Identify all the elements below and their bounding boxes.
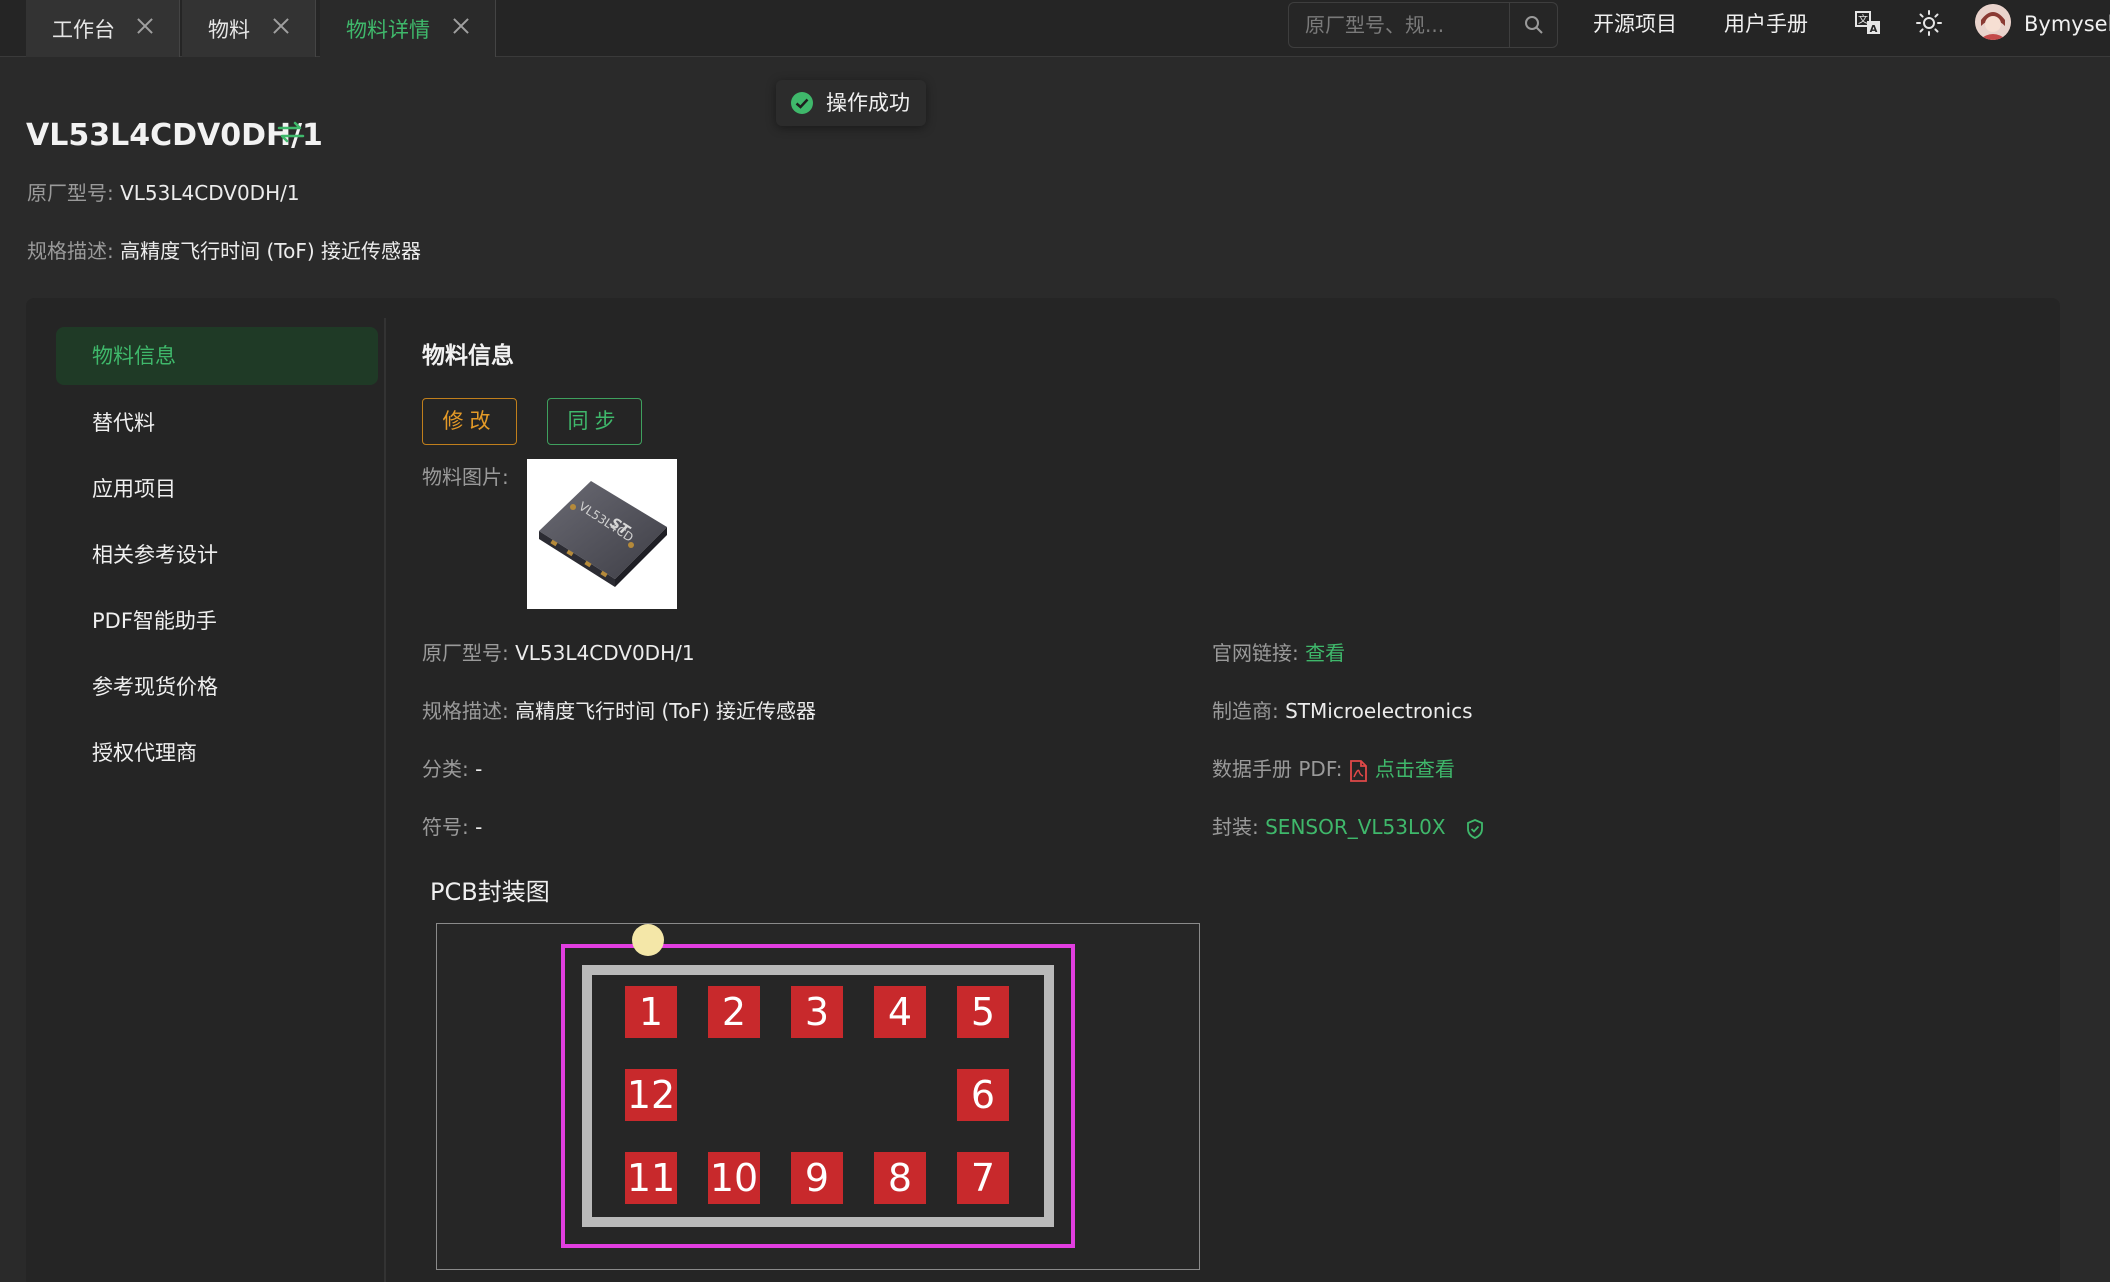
- field-value: VL53L4CDV0DH/1: [515, 641, 695, 665]
- field-category: 分类: -: [422, 754, 482, 784]
- pcb-pad: 7: [957, 1152, 1009, 1204]
- tab-label: 工作台: [52, 17, 115, 42]
- pdf-icon: [1349, 759, 1367, 782]
- pcb-pad: 12: [625, 1069, 677, 1121]
- sidebar-item-applications[interactable]: 应用项目: [56, 460, 378, 518]
- field-label: 封装:: [1212, 815, 1259, 839]
- sync-button[interactable]: 同步: [547, 398, 642, 445]
- pcb-pad: 3: [791, 986, 843, 1038]
- field-value: 高精度飞行时间 (ToF) 接近传感器: [120, 239, 421, 263]
- translate-icon[interactable]: 文 A: [1853, 8, 1883, 38]
- field-label: 原厂型号:: [422, 641, 509, 665]
- field-label: 原厂型号:: [27, 181, 114, 205]
- sidebar-item-stock-price[interactable]: 参考现货价格: [56, 658, 378, 716]
- tab-material-detail[interactable]: 物料详情: [320, 0, 496, 57]
- field-website: 官网链接: 查看: [1212, 638, 1345, 668]
- pcb-pad: 5: [957, 986, 1009, 1038]
- sidebar-item-pdf-assistant[interactable]: PDF智能助手: [56, 592, 378, 650]
- website-link[interactable]: 查看: [1305, 641, 1345, 665]
- open-source-link[interactable]: 开源项目: [1593, 8, 1677, 40]
- field-label: 数据手册 PDF:: [1212, 757, 1343, 781]
- pcb-pad: 10: [708, 1152, 760, 1204]
- field-label: 分类:: [422, 757, 469, 781]
- tab-materials[interactable]: 物料: [182, 0, 316, 57]
- field-manufacturer: 制造商: STMicroelectronics: [1212, 696, 1473, 726]
- field-mfr-part: 原厂型号: VL53L4CDV0DH/1: [422, 638, 695, 668]
- tab-workbench[interactable]: 工作台: [26, 0, 180, 57]
- tab-label: 物料: [208, 17, 250, 42]
- username[interactable]: Bymyself: [2024, 8, 2110, 40]
- toast-text: 操作成功: [826, 91, 910, 115]
- chip-illustration: ST VL53L4CD: [539, 481, 667, 587]
- pcb-pad: 2: [708, 986, 760, 1038]
- pcb-title: PCB封装图: [430, 878, 550, 906]
- package-link[interactable]: SENSOR_VL53L0X: [1265, 815, 1445, 839]
- close-icon[interactable]: [135, 16, 155, 36]
- search-button[interactable]: [1509, 3, 1557, 47]
- sidebar-item-material-info[interactable]: 物料信息: [56, 327, 378, 385]
- field-label: 制造商:: [1212, 699, 1279, 723]
- image-label: 物料图片:: [422, 465, 509, 489]
- svg-text:文: 文: [1858, 13, 1868, 26]
- svg-text:A: A: [1870, 24, 1878, 35]
- field-symbol: 符号: -: [422, 812, 482, 842]
- field-value: -: [475, 815, 483, 839]
- avatar[interactable]: [1975, 4, 2011, 40]
- field-label: 官网链接:: [1212, 641, 1299, 665]
- shield-check-icon: [1467, 818, 1483, 839]
- field-spec: 规格描述: 高精度飞行时间 (ToF) 接近传感器: [422, 696, 816, 726]
- pcb-pad: 4: [874, 986, 926, 1038]
- header-mfr-part: 原厂型号: VL53L4CDV0DH/1: [27, 178, 300, 208]
- search-icon: [1525, 16, 1543, 34]
- sidebar-item-distributors[interactable]: 授权代理商: [56, 724, 378, 782]
- pcb-pad: 11: [625, 1152, 677, 1204]
- header-spec: 规格描述: 高精度飞行时间 (ToF) 接近传感器: [27, 236, 421, 266]
- close-icon[interactable]: [451, 16, 471, 36]
- pcb-pad: 6: [957, 1069, 1009, 1121]
- check-circle-icon: [791, 92, 813, 114]
- search-input[interactable]: [1289, 3, 1511, 47]
- sidebar-item-alternatives[interactable]: 替代料: [56, 394, 378, 452]
- top-bar: 工作台 物料 物料详情 开源项目 用户手册 文 A: [0, 0, 2110, 57]
- pin1-marker: [632, 924, 664, 956]
- field-value: -: [475, 757, 483, 781]
- datasheet-link[interactable]: 点击查看: [1375, 757, 1455, 781]
- field-label: 规格描述:: [27, 239, 114, 263]
- sidebar-item-reference-designs[interactable]: 相关参考设计: [56, 526, 378, 584]
- success-toast: 操作成功: [776, 80, 926, 126]
- sidebar-divider: [384, 318, 386, 1282]
- avatar-image: [1975, 4, 2011, 40]
- swap-icon[interactable]: [276, 118, 306, 148]
- material-image[interactable]: ST VL53L4CD: [527, 459, 677, 609]
- field-datasheet: 数据手册 PDF: 点击查看: [1212, 754, 1455, 784]
- edit-button[interactable]: 修改: [422, 398, 517, 445]
- theme-sun-icon[interactable]: [1914, 8, 1944, 38]
- section-title: 物料信息: [422, 343, 514, 369]
- pcb-pad: 1: [625, 986, 677, 1038]
- field-value: VL53L4CDV0DH/1: [120, 181, 300, 205]
- search-box: [1288, 2, 1558, 48]
- pcb-pad: 9: [791, 1152, 843, 1204]
- field-value: STMicroelectronics: [1285, 699, 1473, 723]
- field-label: 符号:: [422, 815, 469, 839]
- field-value: 高精度飞行时间 (ToF) 接近传感器: [515, 699, 816, 723]
- tab-label: 物料详情: [346, 17, 430, 42]
- user-manual-link[interactable]: 用户手册: [1724, 8, 1808, 40]
- field-package: 封装: SENSOR_VL53L0X: [1212, 812, 1484, 842]
- close-icon[interactable]: [271, 16, 291, 36]
- pcb-pad: 8: [874, 1152, 926, 1204]
- field-label: 规格描述:: [422, 699, 509, 723]
